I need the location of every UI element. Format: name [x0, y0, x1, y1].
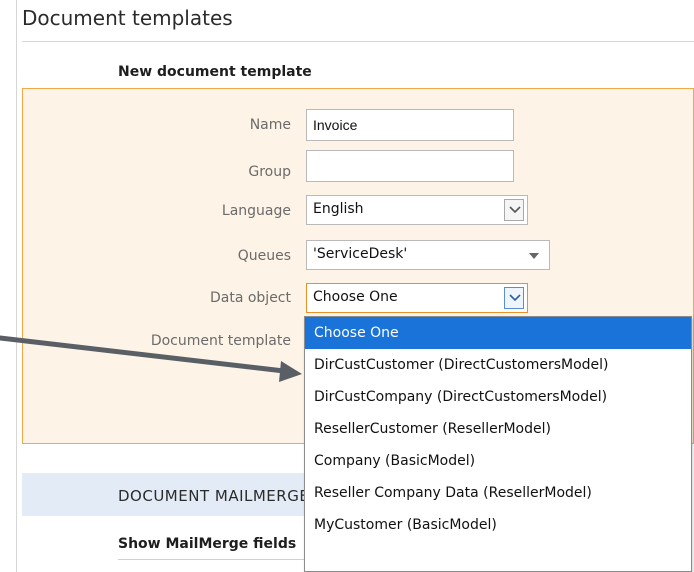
dropdown-option[interactable]: ResellerCustomer (ResellerModel) — [305, 413, 691, 445]
dropdown-option[interactable]: Choose One — [305, 317, 691, 349]
data-object-dropdown-list[interactable]: Choose One DirCustCustomer (DirectCustom… — [304, 316, 692, 572]
dropdown-option[interactable]: MyCustomer (BasicModel) — [305, 509, 691, 541]
dropdown-option[interactable]: Reseller Company Data (ResellerModel) — [305, 477, 691, 509]
dropdown-option[interactable]: DirCustCustomer (DirectCustomersModel) — [305, 349, 691, 381]
dropdown-option[interactable]: DirCustCompany (DirectCustomersModel) — [305, 381, 691, 413]
dropdown-option[interactable]: Company (BasicModel) — [305, 445, 691, 477]
